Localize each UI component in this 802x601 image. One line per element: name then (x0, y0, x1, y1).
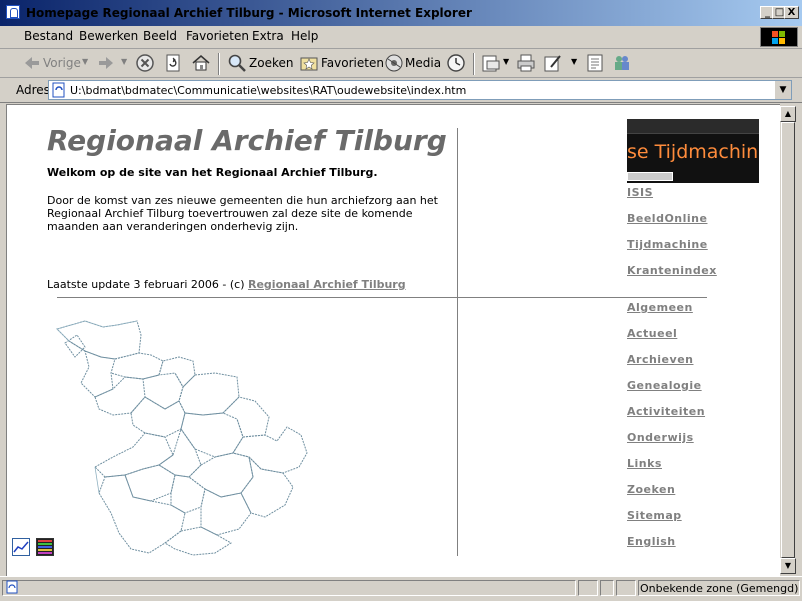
nav-link-zoeken[interactable]: Zoeken (627, 483, 675, 496)
last-update-line: Laatste update 3 februari 2006 - (c) Reg… (47, 278, 406, 291)
media-button-label[interactable]: Media (405, 56, 441, 70)
nav-link-beeldonline[interactable]: BeeldOnline (627, 212, 707, 225)
security-zone-text: Onbekende zone (Gemengd) (640, 582, 799, 595)
page-title: Regionaal Archief Tilburg (47, 124, 447, 157)
nav-link-links[interactable]: Links (627, 457, 662, 470)
stop-icon[interactable] (135, 53, 155, 73)
favorites-icon[interactable] (299, 53, 319, 73)
nav-link-algemeen[interactable]: Algemeen (627, 301, 693, 314)
ie-window-icon[interactable] (6, 5, 20, 19)
messenger-icon[interactable] (612, 53, 632, 73)
nav-link-sitemap[interactable]: Sitemap (627, 509, 682, 522)
page-icon (52, 82, 65, 98)
favorites-button-label[interactable]: Favorieten (321, 56, 384, 70)
nav-link-actueel[interactable]: Actueel (627, 327, 677, 340)
print-icon[interactable] (516, 53, 536, 73)
address-label: Adres (16, 83, 50, 97)
page-status-icon (6, 580, 18, 594)
nav-link-onderwijs[interactable]: Onderwijs (627, 431, 694, 444)
statistics-chart-icon[interactable] (12, 538, 30, 556)
tijdmachine-banner-text: se Tijdmachine (627, 141, 759, 163)
edit-dropdown-icon[interactable]: ▼ (571, 57, 577, 66)
search-icon[interactable] (227, 53, 247, 73)
discuss-icon[interactable] (585, 53, 605, 73)
intro-paragraph: Door de komst van zes nieuwe gemeenten d… (47, 194, 438, 233)
refresh-icon[interactable] (163, 53, 183, 73)
forward-arrow-icon[interactable] (96, 53, 116, 73)
nav-link-genealogie[interactable]: Genealogie (627, 379, 702, 392)
back-button-label[interactable]: Vorige (43, 56, 81, 70)
media-icon[interactable] (384, 53, 404, 73)
close-button[interactable]: X (784, 6, 799, 19)
color-bars-icon[interactable] (36, 538, 54, 556)
mail-dropdown-icon[interactable]: ▼ (503, 57, 509, 66)
menu-bestand[interactable]: Bestand (24, 29, 73, 43)
nav-link-archieven[interactable]: Archieven (627, 353, 693, 366)
address-url[interactable]: U:\bdmat\bdmatec\Communicatie\websites\R… (70, 84, 466, 97)
home-icon[interactable] (191, 53, 211, 73)
menu-beeld[interactable]: Beeld (143, 29, 177, 43)
status-panel (600, 580, 614, 596)
back-dropdown-icon[interactable]: ▼ (82, 57, 88, 66)
horizontal-divider (57, 297, 707, 298)
menu-favorieten[interactable]: Favorieten (186, 29, 249, 43)
last-update-text: Laatste update 3 februari 2006 - (c) (47, 278, 248, 291)
nav-link-krantenindex[interactable]: Krantenindex (627, 264, 717, 277)
menu-extra[interactable]: Extra (252, 29, 284, 43)
region-map-image (56, 320, 308, 556)
scrollbar-thumb[interactable] (781, 122, 795, 558)
back-arrow-icon[interactable] (22, 53, 42, 73)
forward-dropdown-icon[interactable]: ▼ (121, 57, 127, 66)
scroll-up-icon[interactable]: ▲ (780, 106, 796, 122)
mail-icon[interactable] (481, 53, 501, 73)
nav-link-tijdmachine[interactable]: Tijdmachine (627, 238, 708, 251)
tijdmachine-banner-bar (627, 172, 673, 181)
toolbar-separator (473, 53, 475, 75)
menu-bewerken[interactable]: Bewerken (79, 29, 138, 43)
toolbar-separator (218, 53, 220, 75)
history-icon[interactable] (446, 53, 466, 73)
nav-link-english[interactable]: English (627, 535, 676, 548)
scroll-down-icon[interactable]: ▼ (780, 558, 796, 574)
vertical-divider (457, 128, 458, 556)
windows-logo-icon (760, 27, 798, 47)
status-panel (578, 580, 598, 596)
search-button-label[interactable]: Zoeken (249, 56, 293, 70)
status-main-panel (2, 580, 576, 596)
address-dropdown-icon[interactable]: ▼ (774, 81, 791, 99)
nav-link-activiteiten[interactable]: Activiteiten (627, 405, 705, 418)
window-title: Homepage Regionaal Archief Tilburg - Mic… (26, 6, 472, 20)
nav-link-isis[interactable]: ISIS (627, 186, 653, 199)
welcome-text: Welkom op de site van het Regionaal Arch… (47, 166, 378, 179)
edit-icon[interactable] (543, 53, 563, 73)
menu-help[interactable]: Help (291, 29, 318, 43)
copyright-link[interactable]: Regionaal Archief Tilburg (248, 278, 406, 291)
status-panel (616, 580, 636, 596)
